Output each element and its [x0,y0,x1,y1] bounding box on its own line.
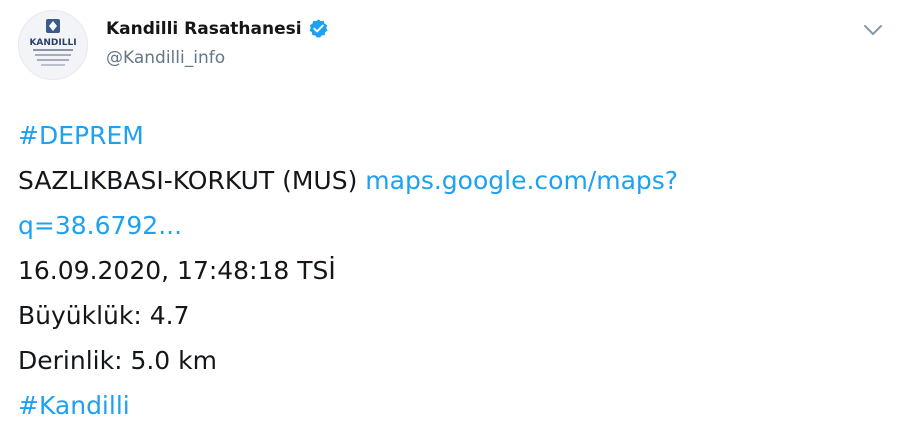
hashtag-kandilli[interactable]: #Kandilli [18,391,130,420]
map-link[interactable]: maps.google.com/maps? [365,166,678,195]
tweet-text: #DEPREM SAZLIKBASI-KORKUT (MUS) maps.goo… [18,113,888,428]
chevron-down-icon[interactable] [862,22,884,38]
verified-badge-icon [308,18,329,39]
datetime-text: 16.09.2020, 17:48:18 TSİ [18,256,336,285]
avatar-logo-text: KANDILLI [29,38,76,48]
tweet-card: KANDILLI Kandilli Rasathanesi @Kandilli_… [0,0,900,429]
location-text: SAZLIKBASI-KORKUT (MUS) [18,166,358,195]
user-handle[interactable]: @Kandilli_info [106,48,329,68]
display-name[interactable]: Kandilli Rasathanesi [106,19,302,39]
magnitude-text: Büyüklük: 4.7 [18,301,190,330]
hashtag-deprem[interactable]: #DEPREM [18,121,144,150]
depth-text: Derinlik: 5.0 km [18,346,217,375]
map-link-continued[interactable]: q=38.6792... [18,211,182,240]
user-info: Kandilli Rasathanesi @Kandilli_info [106,18,329,68]
kandilli-logo-icon: KANDILLI [29,19,77,66]
avatar[interactable]: KANDILLI [18,10,88,80]
